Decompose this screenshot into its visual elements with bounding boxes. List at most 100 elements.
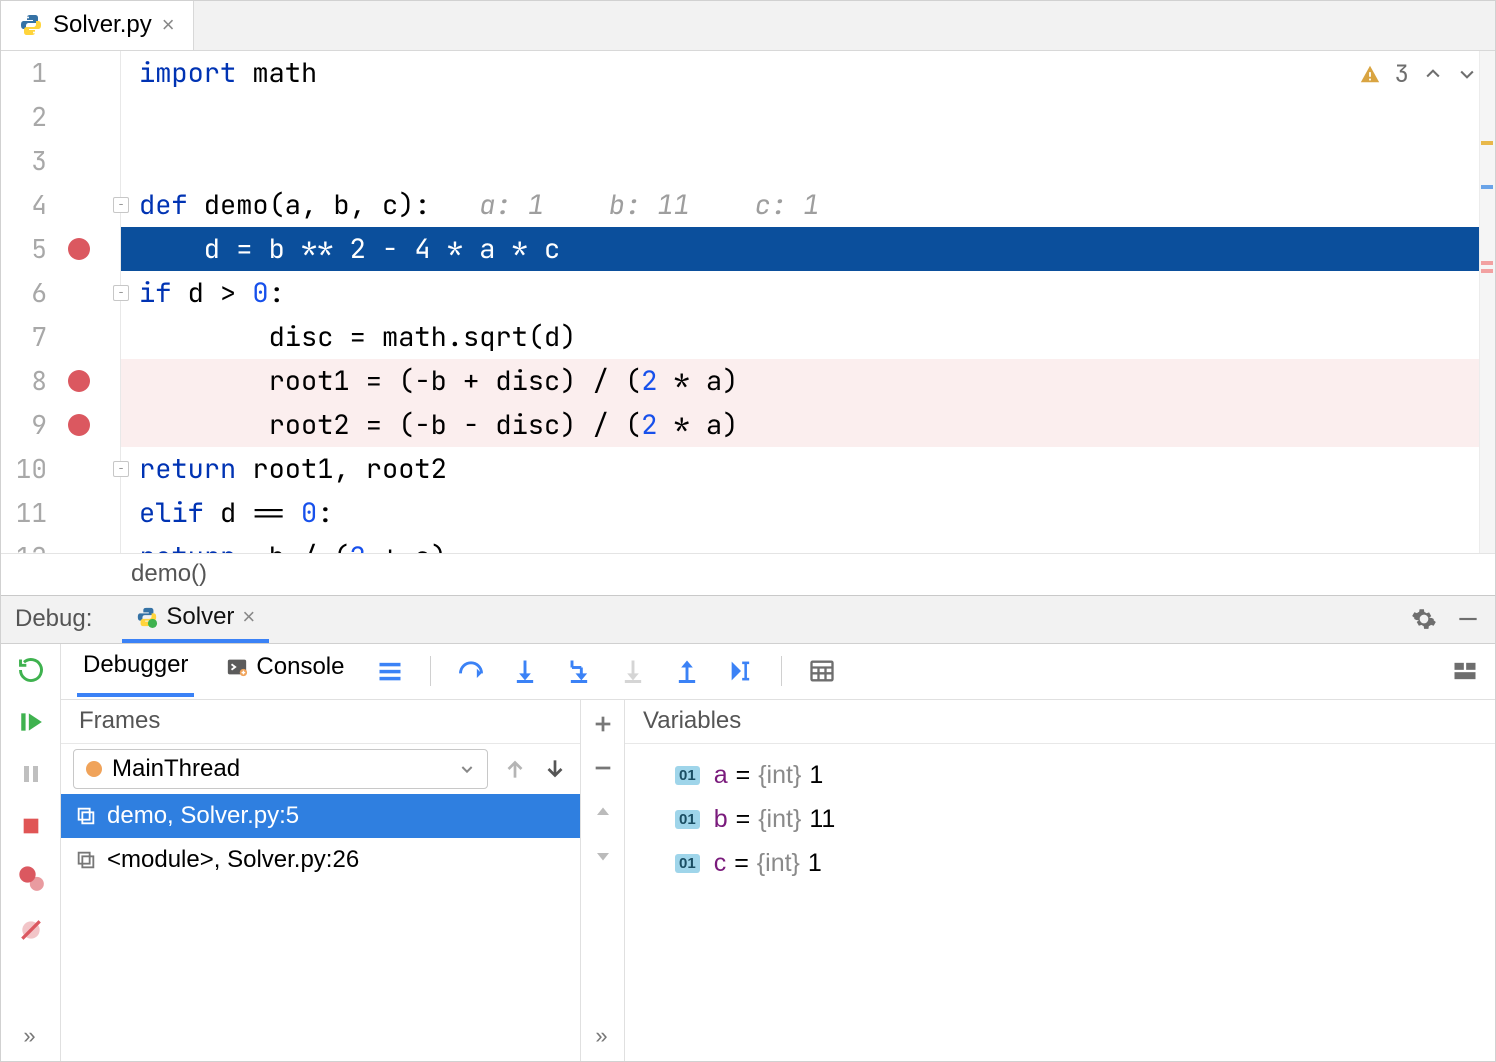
add-watch-icon[interactable] bbox=[589, 710, 617, 738]
variable-row[interactable]: 01 a = {int} 1 bbox=[675, 754, 1495, 798]
mute-breakpoints-button[interactable] bbox=[15, 914, 47, 946]
variables-header: Variables bbox=[625, 700, 1495, 744]
gutter-line[interactable]: 5 bbox=[1, 227, 120, 271]
stripe-warning-mark[interactable] bbox=[1481, 141, 1493, 145]
stripe-bp-mark[interactable] bbox=[1481, 261, 1493, 265]
rerun-button[interactable] bbox=[15, 654, 47, 686]
code-line[interactable]: root1 = (-b + disc) / (2 * a) bbox=[121, 359, 1495, 403]
breakpoint-slot[interactable] bbox=[57, 238, 101, 260]
editor-code-area[interactable]: import math def demo(a, b, c): a: 1 b: 11… bbox=[121, 51, 1495, 553]
gutter-line[interactable]: 11 bbox=[1, 491, 120, 535]
debug-session-tab[interactable]: Solver × bbox=[122, 596, 269, 643]
python-run-icon bbox=[136, 606, 158, 628]
gutter-line[interactable]: 8 bbox=[1, 359, 120, 403]
code-line[interactable]: return root1, root2 bbox=[121, 447, 1495, 491]
layout-settings-icon[interactable] bbox=[1451, 657, 1479, 685]
code-line[interactable]: if d > 0: bbox=[121, 271, 1495, 315]
breakpoint-slot[interactable] bbox=[57, 370, 101, 392]
file-tab-solver[interactable]: Solver.py × bbox=[1, 1, 194, 50]
breakpoint-icon[interactable] bbox=[68, 414, 90, 436]
breakpoint-icon[interactable] bbox=[68, 238, 90, 260]
gutter-line[interactable]: 7 bbox=[1, 315, 120, 359]
stripe-bp-mark[interactable] bbox=[1481, 269, 1493, 273]
code-line[interactable]: elif d == 0: bbox=[121, 491, 1495, 535]
more-icon[interactable]: » bbox=[595, 1023, 609, 1049]
close-icon[interactable]: × bbox=[242, 604, 255, 630]
line-number: 9 bbox=[1, 407, 57, 442]
stack-frame-icon bbox=[75, 805, 97, 827]
stop-button[interactable] bbox=[15, 810, 47, 842]
code-line[interactable]: root2 = (-b - disc) / (2 * a) bbox=[121, 403, 1495, 447]
step-over-icon[interactable] bbox=[457, 657, 485, 685]
gutter-line[interactable]: 6 − bbox=[1, 271, 120, 315]
tab-console[interactable]: Console bbox=[220, 647, 350, 695]
chevron-down-icon[interactable] bbox=[1457, 64, 1477, 84]
close-icon[interactable]: × bbox=[162, 12, 175, 38]
frames-list[interactable]: demo, Solver.py:5 <module>, Solver.py:26 bbox=[61, 794, 580, 1061]
frames-pane: Frames MainThread demo, Solver.py:5 bbox=[61, 700, 581, 1061]
thread-status-icon bbox=[86, 761, 102, 777]
frame-item[interactable]: <module>, Solver.py:26 bbox=[61, 838, 580, 882]
code-line[interactable]: d = b ** 2 - 4 * a * c bbox=[121, 227, 1495, 271]
code-line[interactable] bbox=[121, 139, 1495, 183]
evaluate-expression-icon[interactable] bbox=[808, 657, 836, 685]
var-type: {int} bbox=[758, 805, 801, 834]
run-to-cursor-icon[interactable] bbox=[727, 657, 755, 685]
error-stripe[interactable] bbox=[1479, 51, 1495, 553]
breakpoint-icon[interactable] bbox=[68, 370, 90, 392]
inspections-widget[interactable]: 3 bbox=[1359, 59, 1477, 90]
variables-list[interactable]: 01 a = {int} 101 b = {int} 1101 c = bbox=[625, 744, 1495, 1061]
variable-row[interactable]: 01 c = {int} 1 bbox=[675, 842, 1495, 886]
step-into-my-code-icon[interactable] bbox=[565, 657, 593, 685]
warning-icon bbox=[1359, 63, 1381, 85]
prev-frame-icon[interactable] bbox=[502, 756, 528, 782]
step-out-icon[interactable] bbox=[673, 657, 701, 685]
code-editor[interactable]: 1 2 3 4 − 5 6 −7 8 9 10 − 11 12 bbox=[1, 51, 1495, 553]
line-number: 5 bbox=[1, 231, 57, 266]
next-frame-icon[interactable] bbox=[542, 756, 568, 782]
gutter-line[interactable]: 4 − bbox=[1, 183, 120, 227]
tab-debugger[interactable]: Debugger bbox=[77, 645, 194, 697]
code-line[interactable]: disc = math.sqrt(d) bbox=[121, 315, 1495, 359]
line-number: 10 bbox=[1, 451, 57, 486]
frame-label: demo, Solver.py:5 bbox=[107, 802, 299, 830]
warning-count: 3 bbox=[1395, 59, 1409, 90]
chevron-up-icon[interactable] bbox=[1423, 64, 1443, 84]
gutter-line[interactable]: 1 bbox=[1, 51, 120, 95]
code-line[interactable] bbox=[121, 95, 1495, 139]
gear-icon[interactable] bbox=[1411, 606, 1437, 632]
var-name: a bbox=[714, 761, 728, 790]
code-line[interactable]: def demo(a, b, c): a: 1 b: 11 c: 1 bbox=[121, 183, 1495, 227]
line-number: 11 bbox=[1, 495, 57, 530]
view-breakpoints-button[interactable] bbox=[15, 862, 47, 894]
gutter-line[interactable]: 3 bbox=[1, 139, 120, 183]
file-tab-label: Solver.py bbox=[53, 11, 152, 39]
variable-row[interactable]: 01 b = {int} 11 bbox=[675, 798, 1495, 842]
breadcrumb-bar[interactable]: demo() bbox=[1, 553, 1495, 595]
threads-icon[interactable] bbox=[376, 657, 404, 685]
resume-button[interactable] bbox=[15, 706, 47, 738]
gutter-line[interactable]: 9 bbox=[1, 403, 120, 447]
frame-item[interactable]: demo, Solver.py:5 bbox=[61, 794, 580, 838]
thread-selector[interactable]: MainThread bbox=[73, 749, 488, 789]
session-name: Solver bbox=[166, 603, 234, 631]
tab-console-label: Console bbox=[256, 653, 344, 681]
pause-button[interactable] bbox=[15, 758, 47, 790]
remove-watch-icon[interactable] bbox=[589, 754, 617, 782]
scroll-up-icon[interactable] bbox=[589, 798, 617, 826]
stripe-exec-mark[interactable] bbox=[1481, 185, 1493, 189]
thread-name: MainThread bbox=[112, 755, 240, 783]
more-icon[interactable]: » bbox=[23, 1023, 37, 1049]
code-line[interactable]: import math bbox=[121, 51, 1495, 95]
debug-left-rail: » bbox=[1, 644, 61, 1061]
scroll-down-icon[interactable] bbox=[589, 842, 617, 870]
minimize-icon[interactable] bbox=[1455, 606, 1481, 632]
gutter-line[interactable]: 12 bbox=[1, 535, 120, 553]
editor-gutter[interactable]: 1 2 3 4 − 5 6 −7 8 9 10 − 11 12 bbox=[1, 51, 121, 553]
breakpoint-slot[interactable] bbox=[57, 414, 101, 436]
step-into-icon[interactable] bbox=[511, 657, 539, 685]
gutter-line[interactable]: 10 − bbox=[1, 447, 120, 491]
code-line[interactable]: return -b / (2 * a) bbox=[121, 535, 1495, 553]
breadcrumb-item[interactable]: demo() bbox=[131, 560, 207, 588]
gutter-line[interactable]: 2 bbox=[1, 95, 120, 139]
